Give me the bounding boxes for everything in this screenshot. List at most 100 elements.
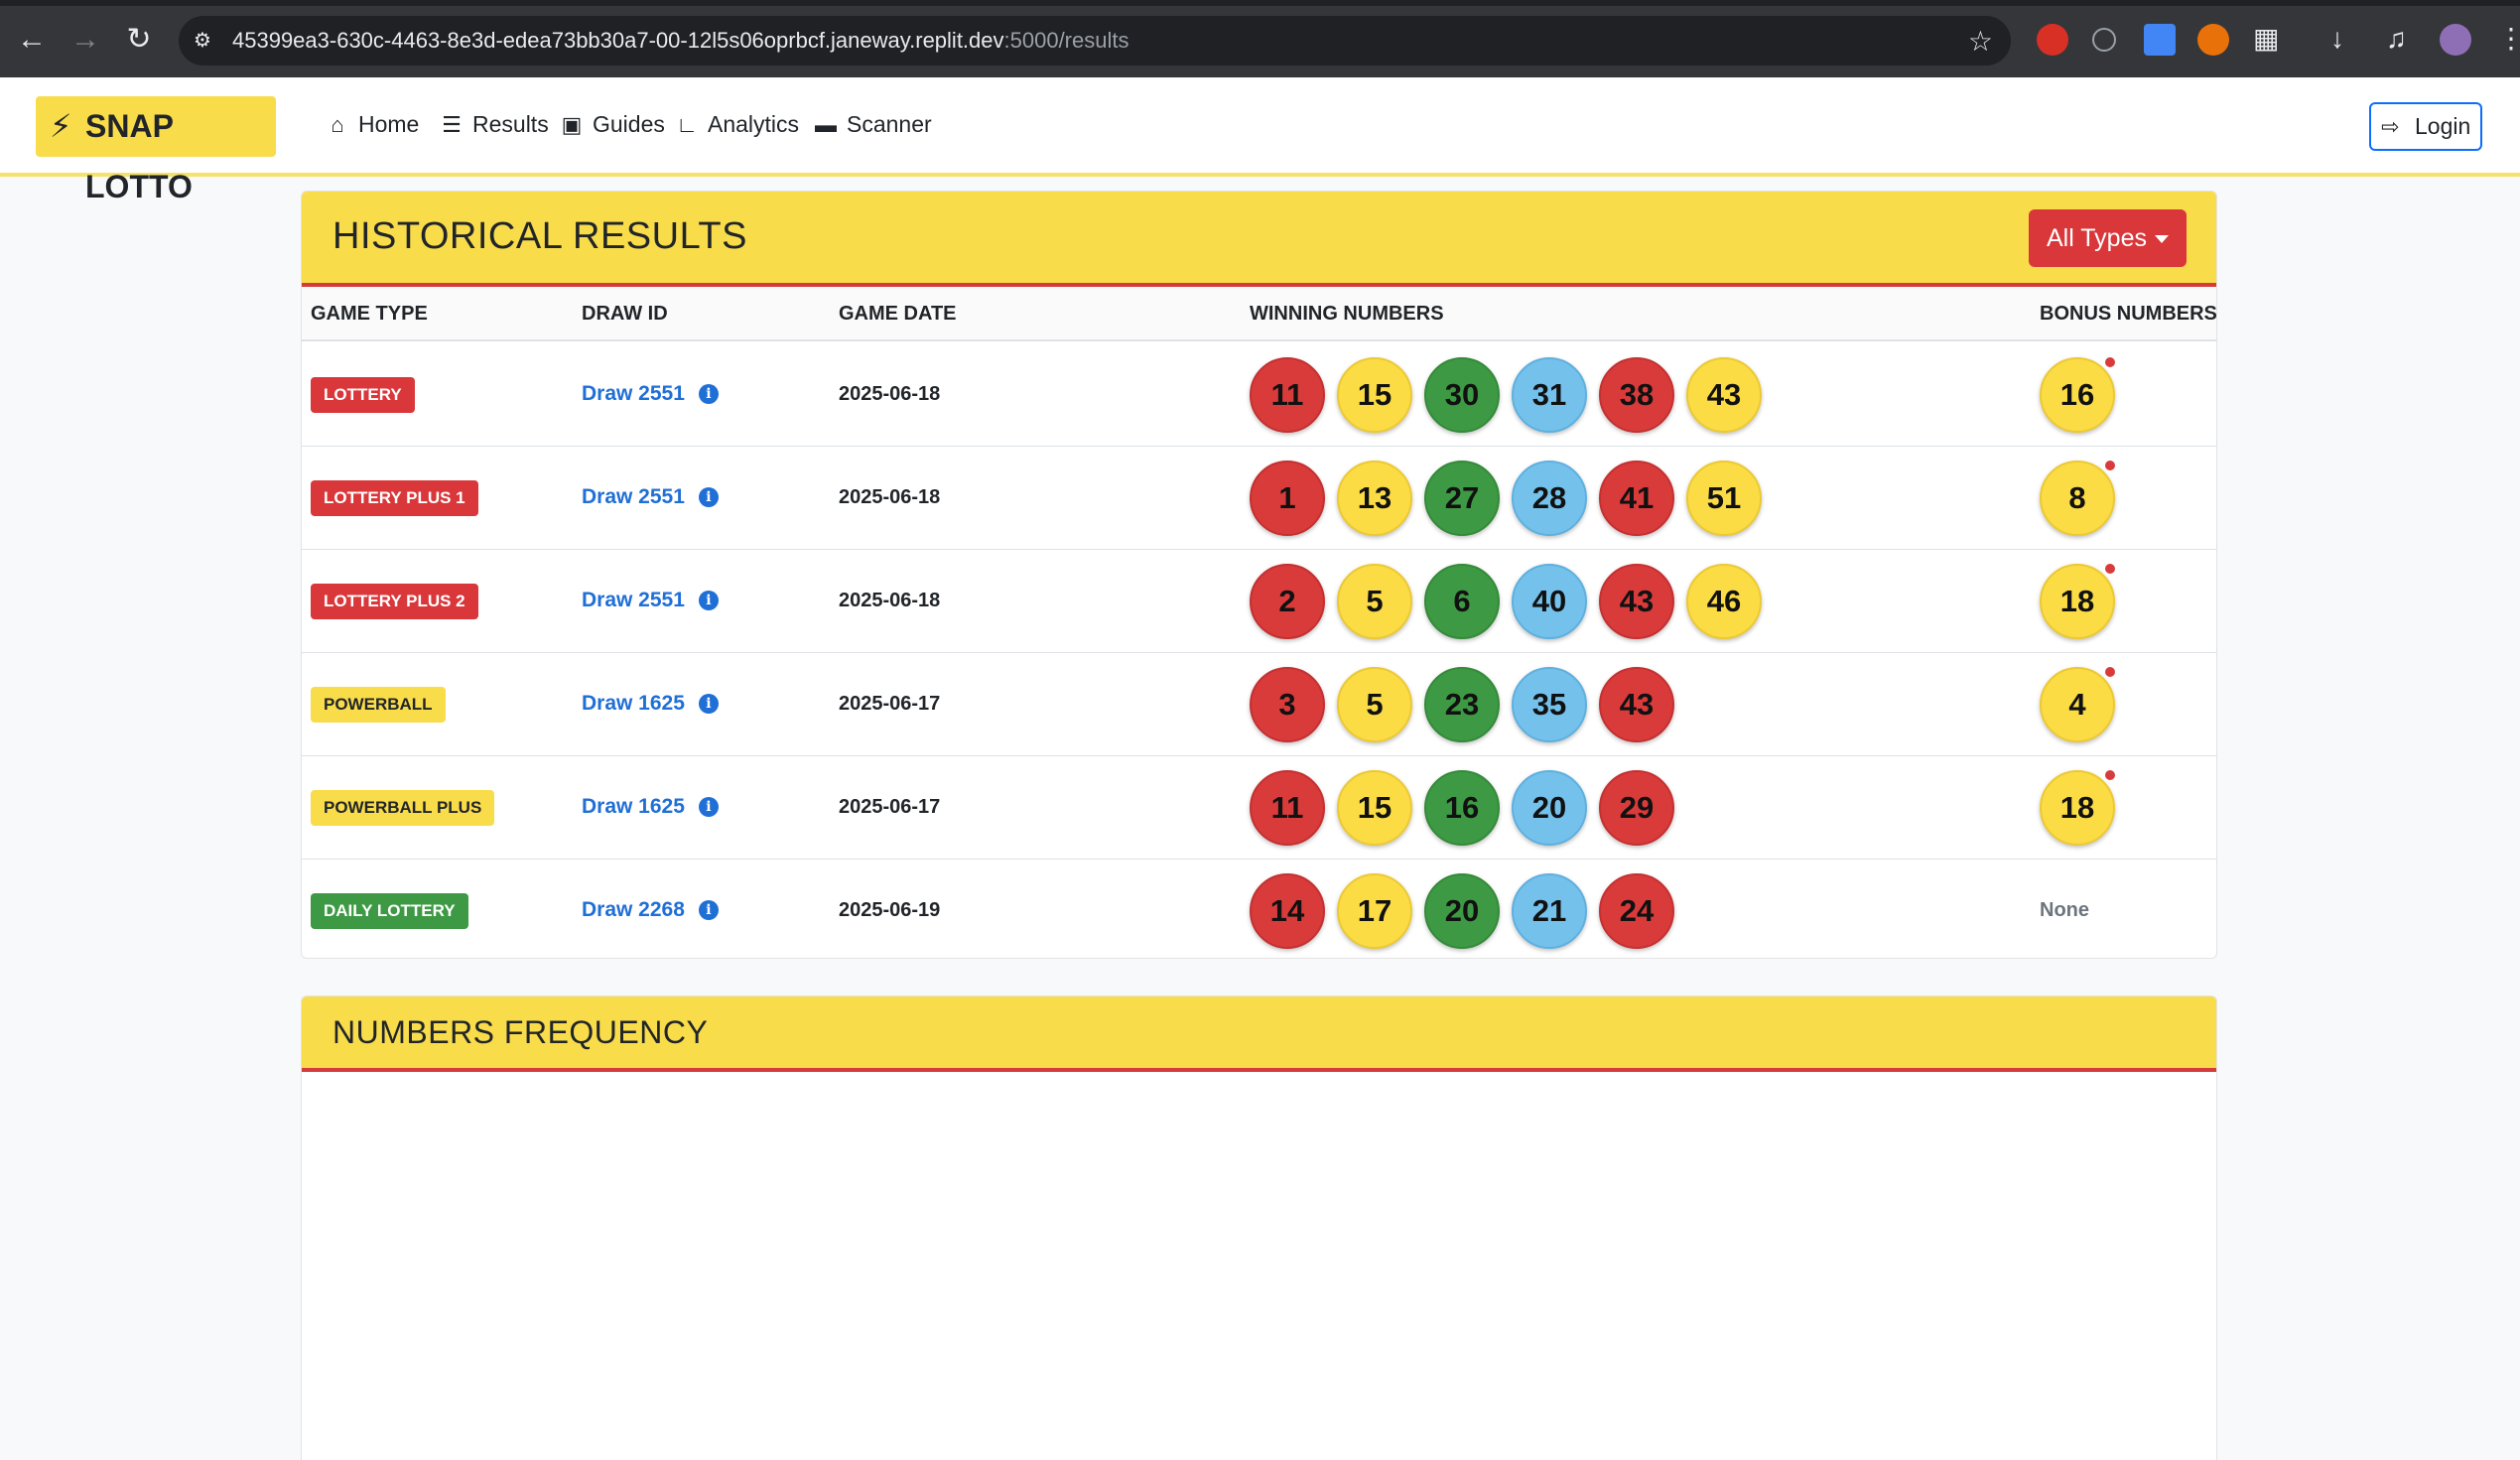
card-header: HISTORICAL RESULTS All Types xyxy=(302,192,2216,287)
translate-icon[interactable] xyxy=(2144,24,2176,56)
number-ball: 41 xyxy=(1599,461,1674,536)
column-header: WINNING NUMBERS xyxy=(1250,303,1444,325)
home-icon: ⌂ xyxy=(331,111,344,137)
nav-home[interactable]: ⌂ Home xyxy=(325,111,419,138)
nav-analytics[interactable]: ∟ Analytics xyxy=(674,111,799,138)
caret-down-icon xyxy=(2155,235,2169,243)
bonus-ball: 16 xyxy=(2040,357,2115,433)
number-ball: 20 xyxy=(1512,770,1587,846)
column-header: GAME DATE xyxy=(839,303,957,325)
number-ball: 11 xyxy=(1250,770,1325,846)
nav-results[interactable]: ☰ Results xyxy=(439,111,549,138)
draw-link[interactable]: Draw 2551 i xyxy=(582,485,719,509)
list-icon: ☰ xyxy=(442,111,462,137)
number-ball: 43 xyxy=(1599,564,1674,639)
number-ball: 29 xyxy=(1599,770,1674,846)
numbers-frequency-card: NUMBERS FREQUENCY xyxy=(301,995,2217,1460)
url-text[interactable]: 45399ea3-630c-4463-8e3d-edea73bb30a7-00-… xyxy=(232,28,1128,54)
card-title: HISTORICAL RESULTS xyxy=(332,215,747,257)
bolt-icon: ⚡︎ xyxy=(50,108,72,144)
back-icon[interactable]: ← xyxy=(14,22,50,58)
number-ball: 3 xyxy=(1250,667,1325,742)
game-type-badge: POWERBALL PLUS xyxy=(311,790,495,826)
app-navbar: ⚡︎ SNAP LOTTO ⌂ Home ☰ Results ▣ Guides … xyxy=(0,77,2520,204)
number-ball: 43 xyxy=(1686,357,1762,433)
media-icon[interactable]: ♫ xyxy=(2386,22,2407,56)
nav-guides[interactable]: ▣ Guides xyxy=(559,111,665,138)
profile-avatar[interactable] xyxy=(2440,24,2471,56)
info-icon[interactable]: i xyxy=(698,591,719,610)
table-row: POWERBALL PLUS Draw 1625 i 2025-06-17 11 15 16… xyxy=(302,756,2216,860)
number-ball: 35 xyxy=(1512,667,1587,742)
table-row: DAILY LOTTERY Draw 2268 i 2025-06-19 14 17 20 2… xyxy=(302,860,2216,958)
number-ball: 6 xyxy=(1424,564,1500,639)
number-ball: 27 xyxy=(1424,461,1500,536)
table-row: LOTTERY PLUS 1 Draw 2551 i 2025-06-18 1 13 27 2… xyxy=(302,447,2216,550)
info-icon[interactable]: i xyxy=(698,487,719,507)
no-bonus-text: None xyxy=(2040,899,2089,921)
brand-logo[interactable]: ⚡︎ SNAP LOTTO xyxy=(36,96,276,204)
site-settings-icon[interactable]: ⚙ xyxy=(191,29,214,53)
column-header: BONUS NUMBERS xyxy=(2040,303,2217,325)
nav-scanner[interactable]: ▬ Scanner xyxy=(813,111,932,138)
card-header: NUMBERS FREQUENCY xyxy=(302,996,2216,1072)
info-icon[interactable]: i xyxy=(698,694,719,714)
number-ball: 5 xyxy=(1337,667,1412,742)
tab-strip xyxy=(0,0,2520,6)
number-ball: 28 xyxy=(1512,461,1587,536)
number-ball: 23 xyxy=(1424,667,1500,742)
game-type-badge: LOTTERY PLUS 1 xyxy=(311,480,478,516)
game-type-filter-dropdown[interactable]: All Types xyxy=(2029,209,2187,267)
number-ball: 43 xyxy=(1599,667,1674,742)
number-ball: 2 xyxy=(1250,564,1325,639)
draw-link[interactable]: Draw 2268 i xyxy=(582,898,719,922)
bonus-ball: 18 xyxy=(2040,564,2115,639)
draw-link[interactable]: Draw 2551 i xyxy=(582,589,719,612)
number-ball: 17 xyxy=(1337,873,1412,949)
game-date: 2025-06-17 xyxy=(839,693,941,715)
number-ball: 21 xyxy=(1512,873,1587,949)
table-row: LOTTERY Draw 2551 i 2025-06-18 11 15 30 31 38 43 1… xyxy=(302,343,2216,447)
extension-icon[interactable] xyxy=(2037,24,2068,56)
number-ball: 46 xyxy=(1686,564,1762,639)
bookmark-star-icon[interactable]: ☆ xyxy=(1968,25,1993,58)
login-button[interactable]: ⇨ Login xyxy=(2369,102,2482,151)
number-ball: 5 xyxy=(1337,564,1412,639)
reload-icon[interactable]: ↻ xyxy=(121,22,157,58)
card-title: NUMBERS FREQUENCY xyxy=(332,1014,709,1050)
sign-in-icon: ⇨ xyxy=(2381,114,2400,139)
book-icon: ▣ xyxy=(561,111,583,137)
extension-icon[interactable] xyxy=(2092,28,2116,52)
number-ball: 15 xyxy=(1337,770,1412,846)
number-ball: 11 xyxy=(1250,357,1325,433)
game-type-badge: LOTTERY xyxy=(311,377,415,413)
game-type-badge: LOTTERY PLUS 2 xyxy=(311,584,478,619)
draw-link[interactable]: Draw 1625 i xyxy=(582,692,719,716)
download-icon[interactable]: ↓ xyxy=(2330,22,2344,56)
bonus-ball: 18 xyxy=(2040,770,2115,846)
game-date: 2025-06-18 xyxy=(839,486,941,508)
brand-text: SNAP LOTTO xyxy=(85,108,193,204)
column-header: DRAW ID xyxy=(582,303,668,325)
bonus-indicator-dot xyxy=(2103,768,2117,782)
menu-kebab-icon[interactable]: ⋮ xyxy=(2497,22,2520,56)
forward-icon[interactable]: → xyxy=(67,22,103,58)
bonus-indicator-dot xyxy=(2103,665,2117,679)
extensions-puzzle-icon[interactable]: ▦ xyxy=(2253,22,2279,56)
draw-link[interactable]: Draw 2551 i xyxy=(582,382,719,406)
game-date: 2025-06-17 xyxy=(839,796,941,818)
extension-icon[interactable] xyxy=(2197,24,2229,56)
game-date: 2025-06-18 xyxy=(839,590,941,611)
draw-link[interactable]: Draw 1625 i xyxy=(582,795,719,819)
info-icon[interactable]: i xyxy=(698,384,719,404)
game-type-badge: DAILY LOTTERY xyxy=(311,893,468,929)
number-ball: 1 xyxy=(1250,461,1325,536)
bonus-ball: 8 xyxy=(2040,461,2115,536)
info-icon[interactable]: i xyxy=(698,797,719,817)
column-header: GAME TYPE xyxy=(311,303,428,325)
game-date: 2025-06-19 xyxy=(839,899,941,921)
info-icon[interactable]: i xyxy=(698,900,719,920)
table-row: LOTTERY PLUS 2 Draw 2551 i 2025-06-18 2 5 6 40 4… xyxy=(302,550,2216,653)
address-bar[interactable]: ⚙ 45399ea3-630c-4463-8e3d-edea73bb30a7-0… xyxy=(179,16,2011,66)
table-row: POWERBALL Draw 1625 i 2025-06-17 3 5 23 35 43 4 xyxy=(302,653,2216,756)
